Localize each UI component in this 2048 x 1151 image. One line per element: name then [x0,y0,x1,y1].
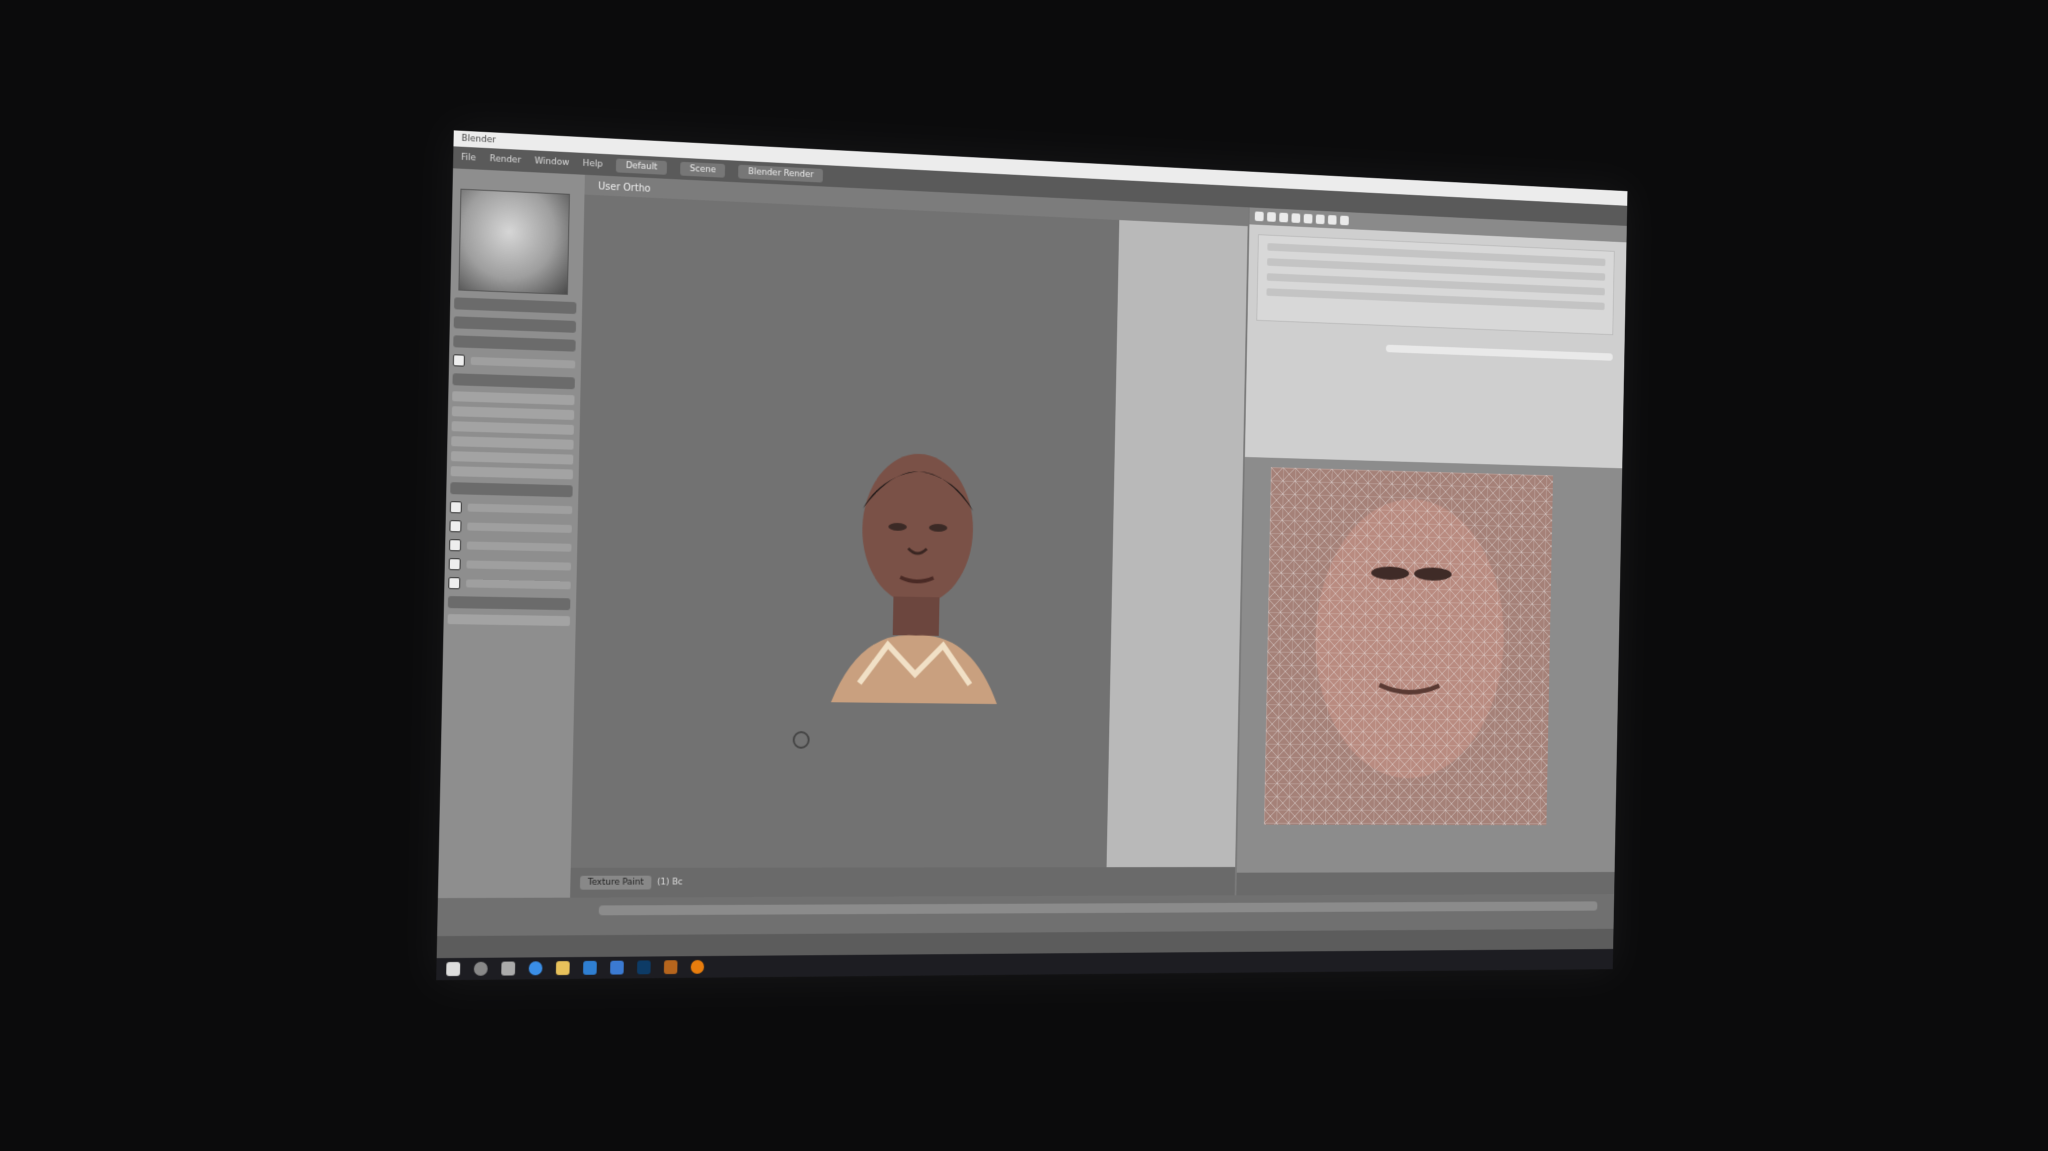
view-label: User Ortho [598,181,651,195]
tab-world[interactable] [1279,212,1289,223]
strength-field[interactable] [453,316,577,333]
uv-map-list[interactable] [1256,234,1615,336]
explorer-icon[interactable] [555,961,570,976]
tab-texture[interactable] [1340,215,1349,226]
viewport-header: Texture Paint (1) Bc [570,867,1236,898]
windows-icon[interactable] [446,961,461,977]
brush-cursor [792,731,810,749]
menu-file[interactable]: File [461,153,476,164]
tool-shelf-controls [447,296,577,627]
alpha-checkbox[interactable] [452,354,465,367]
section-project-paint[interactable] [450,466,574,480]
mail-icon[interactable] [610,960,624,975]
monitor-screen: Blender File Render Window Help Default … [436,130,1628,981]
timeline-track[interactable] [598,901,1598,916]
color-field[interactable] [452,373,575,390]
menu-window[interactable]: Window [535,156,570,168]
clone-checkbox[interactable] [448,577,461,590]
menu-help[interactable]: Help [583,159,603,170]
head-model[interactable] [822,420,1012,705]
cull-checkbox[interactable] [449,520,462,533]
section-appearance[interactable] [450,451,574,465]
tab-data[interactable] [1315,214,1325,225]
3d-viewport[interactable]: User Ortho Texture Paint (1) Bc [570,174,1249,898]
alpha-label [470,356,576,369]
tool-shelf [437,168,586,899]
occlude-checkbox[interactable] [449,501,462,514]
uv-editor-header [1236,872,1615,896]
tab-render[interactable] [1254,211,1264,222]
photoshop-icon[interactable] [637,960,651,975]
normal-checkbox[interactable] [449,539,462,552]
brush-preview[interactable] [458,188,570,295]
uv-image-editor[interactable] [1234,456,1623,896]
section-stroke[interactable] [451,421,574,435]
input-samples-field[interactable] [450,482,573,498]
menu-render[interactable]: Render [490,154,522,166]
frame-indicator: (1) Bc [657,877,683,888]
tab-material[interactable] [1327,215,1337,225]
uv-texture-image[interactable] [1264,467,1554,826]
task-view-icon[interactable] [501,961,516,976]
section-image-paint[interactable] [447,614,571,627]
layout-selector[interactable]: Default [616,158,668,175]
blend-field[interactable] [453,335,576,352]
section-texture-mask[interactable] [451,406,575,420]
render-engine-selector[interactable]: Blender Render [738,164,824,183]
store-icon[interactable] [583,960,597,975]
viewport-canvas[interactable] [570,194,1120,868]
blender-icon[interactable] [690,959,705,974]
illustrator-icon[interactable] [663,960,678,975]
tab-modifiers[interactable] [1303,213,1313,224]
property-slider[interactable] [1385,344,1613,361]
window-title: Blender [461,133,496,146]
stencil-checkbox[interactable] [448,558,461,571]
edge-icon[interactable] [528,961,543,976]
viewport-properties-region [1106,220,1248,868]
mode-selector[interactable]: Texture Paint [579,875,652,890]
section-texture[interactable] [452,391,575,406]
tab-scene[interactable] [1267,212,1276,222]
uv-map-field[interactable] [447,596,571,611]
tab-object[interactable] [1291,213,1301,224]
search-icon[interactable] [473,961,488,976]
properties-editor [1243,207,1627,469]
section-curve[interactable] [451,436,574,450]
scene-selector[interactable]: Scene [680,161,726,178]
radius-field[interactable] [454,297,577,315]
